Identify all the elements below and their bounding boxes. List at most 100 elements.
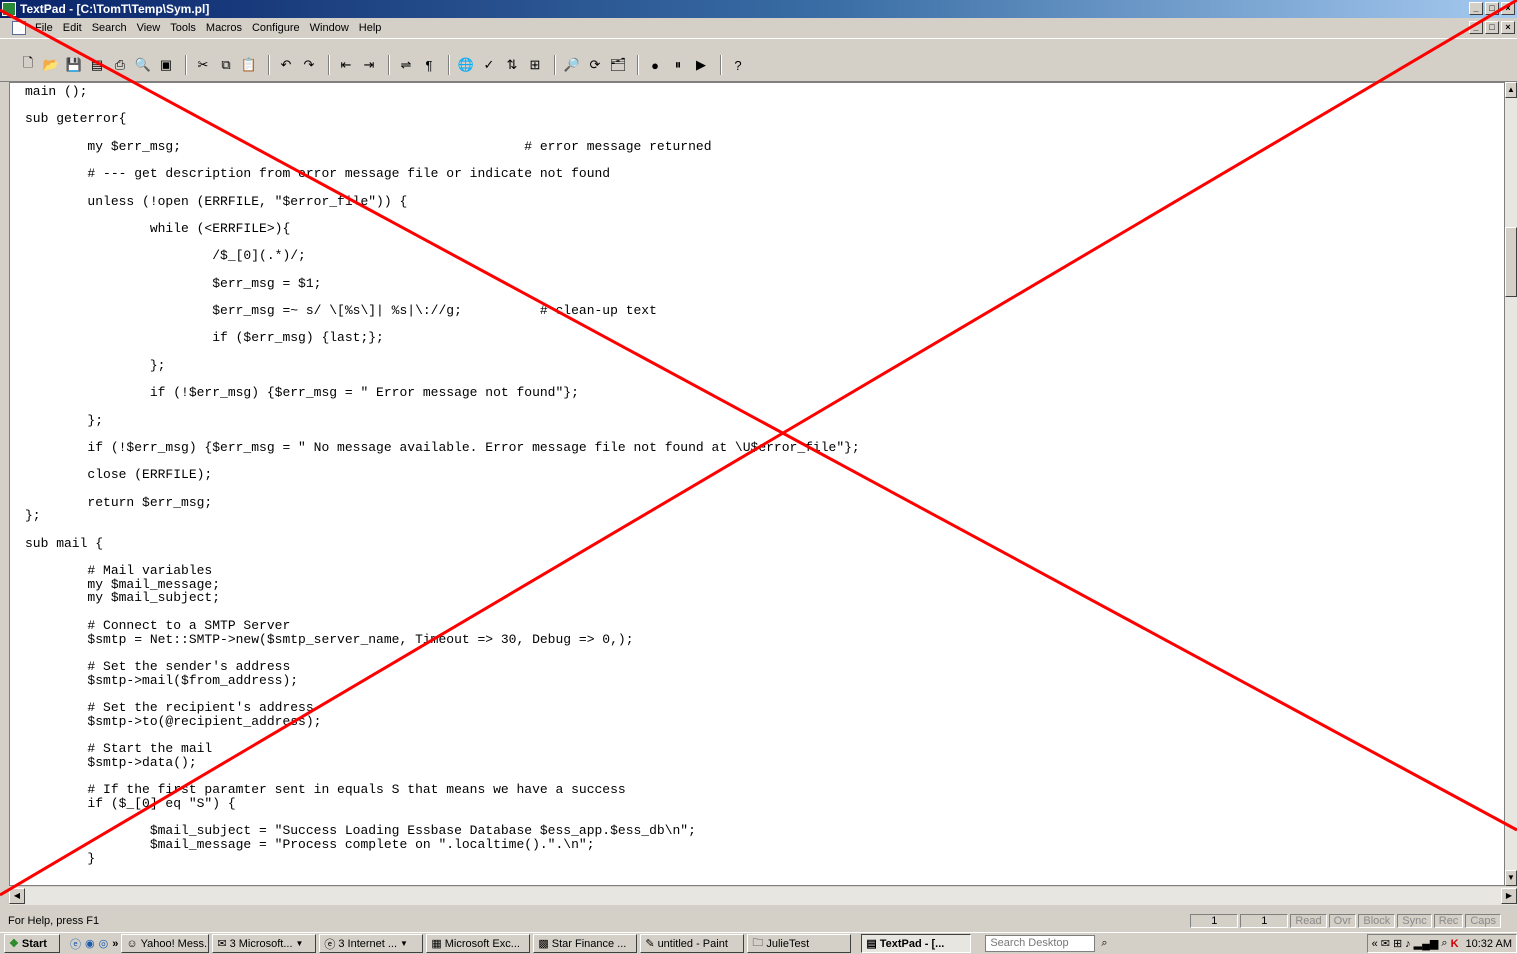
code-line[interactable]: }: [25, 851, 1504, 866]
code-line[interactable]: $err_msg = $1;: [25, 276, 1504, 291]
open-folder-icon[interactable]: 📂: [41, 55, 61, 75]
code-line[interactable]: # Start the mail: [25, 742, 1504, 756]
code-line[interactable]: [25, 550, 1504, 564]
code-line[interactable]: [25, 769, 1504, 783]
print-preview-icon[interactable]: 🔍: [133, 55, 153, 75]
replace-icon[interactable]: ⟳: [585, 55, 605, 75]
vertical-scrollbar[interactable]: ▲ ▼: [1505, 82, 1517, 886]
task-internet-explorer[interactable]: ⓔ 3 Internet ... ▼: [319, 934, 424, 953]
volume-tray-icon[interactable]: ♪: [1405, 938, 1411, 950]
code-line[interactable]: if ($_[0] eq "S") {: [25, 797, 1504, 811]
code-line[interactable]: if (!$err_msg) {$err_msg = " Error messa…: [25, 386, 1504, 400]
redo-icon[interactable]: ↷: [299, 55, 319, 75]
code-line[interactable]: $smtp->to(@recipient_address);: [25, 714, 1504, 729]
code-line[interactable]: $smtp->mail($from_address);: [25, 673, 1504, 688]
quick-launch-more-icon[interactable]: »: [112, 938, 118, 950]
quick-launch-desktop-icon[interactable]: ◉: [85, 937, 95, 950]
start-button[interactable]: ❖ Start: [4, 934, 60, 953]
code-line[interactable]: [25, 427, 1504, 441]
signal-tray-icon[interactable]: ▂▄▆: [1414, 937, 1439, 950]
code-line[interactable]: my $mail_message;: [25, 578, 1504, 592]
search-icon[interactable]: ⌕: [1101, 937, 1107, 950]
doc-restore-button[interactable]: □: [1485, 21, 1499, 34]
code-line[interactable]: [25, 482, 1504, 496]
code-line[interactable]: # Set the recipient's address: [25, 701, 1504, 715]
code-line[interactable]: while (<ERRFILE>){: [25, 222, 1504, 236]
undo-icon[interactable]: ↶: [276, 55, 296, 75]
code-line[interactable]: };: [25, 509, 1504, 523]
quick-launch-firefox-icon[interactable]: ◎: [99, 937, 109, 950]
code-line[interactable]: [25, 372, 1504, 386]
code-line[interactable]: $mail_message = "Process complete on ".l…: [25, 838, 1504, 852]
paste-icon[interactable]: 📋: [239, 55, 259, 75]
sort-icon[interactable]: ⇅: [502, 55, 522, 75]
code-line[interactable]: [25, 290, 1504, 304]
code-line[interactable]: [25, 400, 1504, 414]
menu-edit[interactable]: Edit: [58, 22, 87, 34]
code-line[interactable]: [25, 646, 1504, 660]
menu-file[interactable]: File: [30, 22, 58, 34]
menu-tools[interactable]: Tools: [165, 22, 201, 34]
web-browser-icon[interactable]: 🌐: [456, 55, 476, 75]
code-line[interactable]: [25, 208, 1504, 222]
code-line[interactable]: [25, 687, 1504, 701]
spelling-icon[interactable]: ✓: [479, 55, 499, 75]
menu-window[interactable]: Window: [305, 22, 354, 34]
search-desktop-input[interactable]: Search Desktop: [985, 935, 1096, 952]
record-macro-icon[interactable]: ●: [645, 55, 665, 75]
outdent-icon[interactable]: ⇤: [336, 55, 356, 75]
copy-icon[interactable]: ⧉: [216, 55, 236, 75]
code-line[interactable]: [25, 181, 1504, 195]
find-in-files-icon[interactable]: 🗂: [608, 55, 628, 75]
doc-close-button[interactable]: ×: [1501, 21, 1515, 34]
task-microsoft-excel[interactable]: ▦ Microsoft Exc...: [426, 934, 531, 953]
visible-spaces-icon[interactable]: ¶: [419, 55, 439, 75]
code-line[interactable]: my $mail_subject;: [25, 591, 1504, 605]
textpad-app-icon[interactable]: [2, 2, 16, 16]
scroll-up-icon[interactable]: ▲: [1505, 82, 1517, 98]
code-line[interactable]: [25, 318, 1504, 332]
code-line[interactable]: [25, 345, 1504, 359]
tray-expand-icon[interactable]: «: [1372, 938, 1378, 950]
network-tray-icon[interactable]: ⊞: [1393, 937, 1402, 950]
code-text[interactable]: main (); sub geterror{ my $err_msg; # err…: [10, 83, 1504, 865]
code-line[interactable]: if ($err_msg) {last;};: [25, 331, 1504, 345]
code-line[interactable]: $smtp = Net::SMTP->new($smtp_server_name…: [25, 632, 1504, 647]
code-line[interactable]: };: [25, 413, 1504, 428]
save-icon[interactable]: 💾: [64, 55, 84, 75]
code-line[interactable]: [25, 99, 1504, 113]
maximize-button[interactable]: □: [1485, 2, 1499, 15]
code-line[interactable]: close (ERRFILE);: [25, 468, 1504, 482]
editor-pane[interactable]: main (); sub geterror{ my $err_msg; # err…: [9, 82, 1505, 886]
play-macro-icon[interactable]: ▶: [691, 55, 711, 75]
code-line[interactable]: [25, 455, 1504, 469]
task-microsoft-outlook[interactable]: ✉ 3 Microsoft... ▼: [212, 934, 317, 953]
context-help-icon[interactable]: ?: [728, 55, 748, 75]
code-line[interactable]: sub geterror{: [25, 112, 1504, 126]
task-star-finance[interactable]: ▩ Star Finance ...: [533, 934, 638, 953]
document-icon[interactable]: [12, 21, 26, 35]
code-line[interactable]: # If the first paramter sent in equals S…: [25, 783, 1504, 797]
scroll-right-icon[interactable]: ▶: [1501, 888, 1517, 904]
save-all-icon[interactable]: ▤: [87, 55, 107, 75]
menu-configure[interactable]: Configure: [247, 22, 305, 34]
task-textpad[interactable]: ▤ TextPad - [...: [861, 934, 972, 953]
code-line[interactable]: $smtp->data();: [25, 755, 1504, 770]
cut-icon[interactable]: ✂: [193, 55, 213, 75]
code-line[interactable]: [25, 605, 1504, 619]
code-line[interactable]: my $err_msg; # error message returned: [25, 140, 1504, 154]
antivirus-tray-icon[interactable]: K: [1451, 938, 1459, 950]
code-line[interactable]: [25, 263, 1504, 277]
code-line[interactable]: $err_msg =~ s/ \[%s\]| %s|\://g; # clean…: [25, 304, 1504, 318]
menu-help[interactable]: Help: [354, 22, 387, 34]
indent-icon[interactable]: ⇥: [359, 55, 379, 75]
code-line[interactable]: [25, 523, 1504, 537]
code-line[interactable]: # Mail variables: [25, 564, 1504, 578]
code-line[interactable]: [25, 728, 1504, 742]
code-line[interactable]: main ();: [25, 85, 1504, 99]
code-line[interactable]: [25, 126, 1504, 140]
code-line[interactable]: # Set the sender's address: [25, 660, 1504, 674]
task-yahoo-messenger[interactable]: ☺ Yahoo! Mess...: [121, 934, 210, 953]
print-icon[interactable]: ⎙: [110, 55, 130, 75]
menu-search[interactable]: Search: [87, 22, 132, 34]
